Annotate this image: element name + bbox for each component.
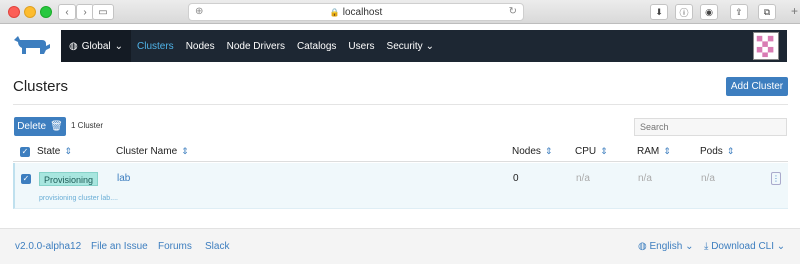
table-row[interactable]: ✓ Provisioning lab 0 n/a n/a n/a ⋮ provi…: [13, 163, 788, 209]
chevron-down-icon: ⌄: [685, 241, 694, 252]
trash-icon: 🗑: [50, 121, 63, 132]
globe-icon: ◍: [69, 40, 78, 52]
main-nav: ◍ Global ⌄ Clusters Nodes Node Drivers C…: [61, 30, 787, 62]
language-dropdown[interactable]: ◍ English ⌄: [638, 241, 694, 252]
nav-users[interactable]: Users: [342, 30, 380, 62]
nav-nodes[interactable]: Nodes: [180, 30, 221, 62]
status-badge: Provisioning: [39, 172, 99, 186]
cluster-count: 1 Cluster: [71, 121, 104, 130]
add-cluster-button[interactable]: Add Cluster: [726, 77, 788, 96]
column-cpu[interactable]: CPU ⇕: [575, 146, 608, 157]
sidebar-toggle-icon[interactable]: ▭: [92, 4, 114, 20]
sort-icon: ⇕: [600, 146, 608, 156]
address-bar[interactable]: ⊕ 🔒 localhost ↻: [188, 3, 524, 21]
reader-icon[interactable]: ⊕: [195, 6, 203, 17]
column-ram-label: RAM: [637, 146, 660, 157]
forums-link[interactable]: Forums: [158, 241, 192, 252]
chevron-down-icon: ⌄: [114, 40, 124, 52]
table-header: ✓ State ⇕ Cluster Name ⇕ Nodes ⇕ CPU ⇕ R…: [13, 142, 788, 162]
lock-icon: 🔒: [329, 7, 340, 17]
version-link[interactable]: v2.0.0-alpha12: [15, 241, 81, 252]
slack-link[interactable]: Slack: [205, 241, 229, 252]
browser-toolbar: ‹ › ▭ ⊕ 🔒 localhost ↻ ⬇ ⓘ ◉ ⇪ ⧉ +: [0, 0, 800, 24]
zoom-window-button[interactable]: [40, 6, 52, 18]
column-ram[interactable]: RAM ⇕: [637, 146, 671, 157]
reload-icon[interactable]: ↻: [509, 6, 517, 17]
user-avatar[interactable]: [753, 32, 779, 60]
pods-value: n/a: [701, 173, 715, 184]
delete-button[interactable]: Delete 🗑: [14, 117, 66, 136]
global-label: Global: [81, 40, 111, 52]
divider: [13, 104, 788, 105]
extension-icon[interactable]: ◉: [700, 4, 718, 20]
download-cli-dropdown[interactable]: ⤓ Download CLI ⌄: [704, 241, 785, 252]
nav-clusters[interactable]: Clusters: [131, 30, 180, 62]
footer: v2.0.0-alpha12 File an Issue Forums Slac…: [0, 228, 800, 264]
language-label: English: [649, 241, 683, 252]
download-icon[interactable]: ⬇: [650, 4, 668, 20]
sort-icon: ⇕: [64, 146, 72, 156]
row-status-message: provisioning cluster lab....: [39, 195, 118, 202]
new-tab-icon[interactable]: +: [791, 4, 798, 18]
share-icon[interactable]: ⇪: [730, 4, 748, 20]
globe-icon: ◍: [638, 241, 647, 252]
column-nodes[interactable]: Nodes ⇕: [512, 146, 552, 157]
ram-value: n/a: [638, 173, 652, 184]
sort-icon: ⇕: [726, 146, 735, 156]
app-header: ◍ Global ⌄ Clusters Nodes Node Drivers C…: [0, 24, 800, 66]
row-checkbox[interactable]: ✓: [21, 174, 31, 184]
chevron-down-icon: ⌄: [425, 40, 435, 52]
nav-node-drivers[interactable]: Node Drivers: [221, 30, 291, 62]
cpu-value: n/a: [576, 173, 590, 184]
info-icon[interactable]: ⓘ: [675, 4, 693, 20]
minimize-window-button[interactable]: [24, 6, 36, 18]
column-nodes-label: Nodes: [512, 146, 541, 157]
cluster-name-link[interactable]: lab: [117, 173, 130, 184]
file-issue-link[interactable]: File an Issue: [91, 241, 148, 252]
nav-security-label: Security: [386, 40, 423, 52]
select-all-checkbox[interactable]: ✓: [20, 147, 30, 157]
delete-label: Delete: [17, 121, 47, 132]
download-icon: ⤓: [704, 241, 709, 252]
close-window-button[interactable]: [8, 6, 20, 18]
column-pods[interactable]: Pods ⇕: [700, 146, 734, 157]
column-state[interactable]: State ⇕: [37, 146, 72, 157]
rancher-logo-icon[interactable]: [12, 34, 52, 56]
sort-icon: ⇕: [181, 146, 189, 156]
download-label: Download CLI: [711, 241, 775, 252]
column-name-label: Cluster Name: [116, 146, 178, 157]
tabs-icon[interactable]: ⧉: [758, 4, 776, 20]
global-scope-dropdown[interactable]: ◍ Global ⌄: [61, 30, 131, 62]
nav-catalogs[interactable]: Catalogs: [291, 30, 342, 62]
column-cluster-name[interactable]: Cluster Name ⇕: [116, 146, 189, 157]
column-cpu-label: CPU: [575, 146, 597, 157]
column-pods-label: Pods: [700, 146, 723, 157]
page-title: Clusters: [13, 78, 69, 95]
back-arrow-icon[interactable]: ‹: [58, 4, 76, 20]
chevron-down-icon: ⌄: [776, 241, 786, 252]
nav-security[interactable]: Security ⌄: [381, 30, 441, 62]
sort-icon: ⇕: [663, 146, 671, 156]
search-input[interactable]: [634, 118, 787, 136]
url-text: localhost: [342, 6, 383, 18]
nodes-value: 0: [513, 173, 519, 184]
column-state-label: State: [37, 146, 61, 157]
row-actions-icon[interactable]: ⋮: [771, 172, 781, 185]
sort-icon: ⇕: [544, 146, 553, 156]
